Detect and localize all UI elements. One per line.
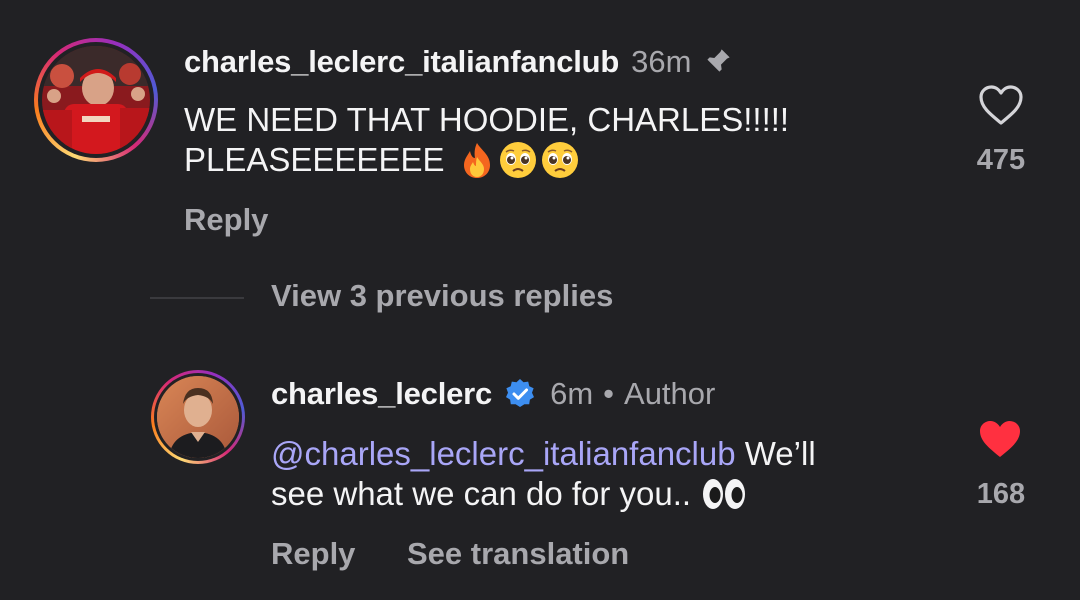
reply-button[interactable]: Reply [184,202,268,238]
reply-comment: charles_leclerc 6m • Author @charles_lec… [0,360,1080,600]
meta-separator: • [603,376,615,411]
pleading-face-emoji [540,140,580,180]
comment-header: charles_leclerc 6m • Author [271,372,715,416]
timestamp: 36m [631,44,692,79]
heart-filled-icon[interactable] [977,418,1023,465]
fanclub-avatar-image [42,46,150,154]
like-count: 168 [976,478,1026,510]
mention-link[interactable]: @charles_leclerc_italianfanclub [271,435,736,472]
comment-text-line-2: see what we can do for you.. [271,474,816,514]
parent-comment: charles_leclerc_italianfanclub 36m WE NE… [0,0,1080,260]
avatar-photo [42,46,150,154]
heart-outline-icon[interactable] [978,84,1024,131]
view-previous-replies-button[interactable]: View 3 previous replies [271,278,613,314]
like-count: 475 [976,144,1026,176]
pin-icon [701,46,733,78]
fire-emoji [458,141,496,179]
avatar-inner-ring [38,42,154,158]
eyes-emoji [701,477,747,511]
verified-badge-icon [504,378,536,410]
comment-text-line-1: WE NEED THAT HOODIE, CHARLES!!!!! [184,101,790,138]
username[interactable]: charles_leclerc_italianfanclub [184,44,619,80]
timestamp: 6m [550,376,594,411]
leclerc-avatar-image [157,376,239,458]
author-label: Author [624,376,716,411]
avatar[interactable] [34,38,158,162]
see-translation-button[interactable]: See translation [407,536,629,572]
avatar-photo [157,376,239,458]
comment-text-line-1: @charles_leclerc_italianfanclub We’ll [271,434,816,474]
comment-text-line-2: PLEASEEEEEEE [184,140,789,180]
comment-text: WE NEED THAT HOODIE, CHARLES!!!!! PLEASE… [184,100,789,180]
username[interactable]: charles_leclerc [271,376,492,412]
pleading-face-emoji [498,140,538,180]
view-replies-row: View 3 previous replies [0,276,1080,320]
comment-header: charles_leclerc_italianfanclub 36m [184,40,733,84]
comment-text-line-2-text: see what we can do for you.. [271,475,692,512]
comment-text: @charles_leclerc_italianfanclub We’ll se… [271,434,816,514]
comment-text-line-2-text: PLEASEEEEEEE [184,141,445,178]
comment-text-after-mention: We’ll [735,435,816,472]
avatar-inner-ring [154,373,242,461]
avatar[interactable] [151,370,245,464]
replies-divider [150,297,244,299]
reply-button[interactable]: Reply [271,536,355,572]
